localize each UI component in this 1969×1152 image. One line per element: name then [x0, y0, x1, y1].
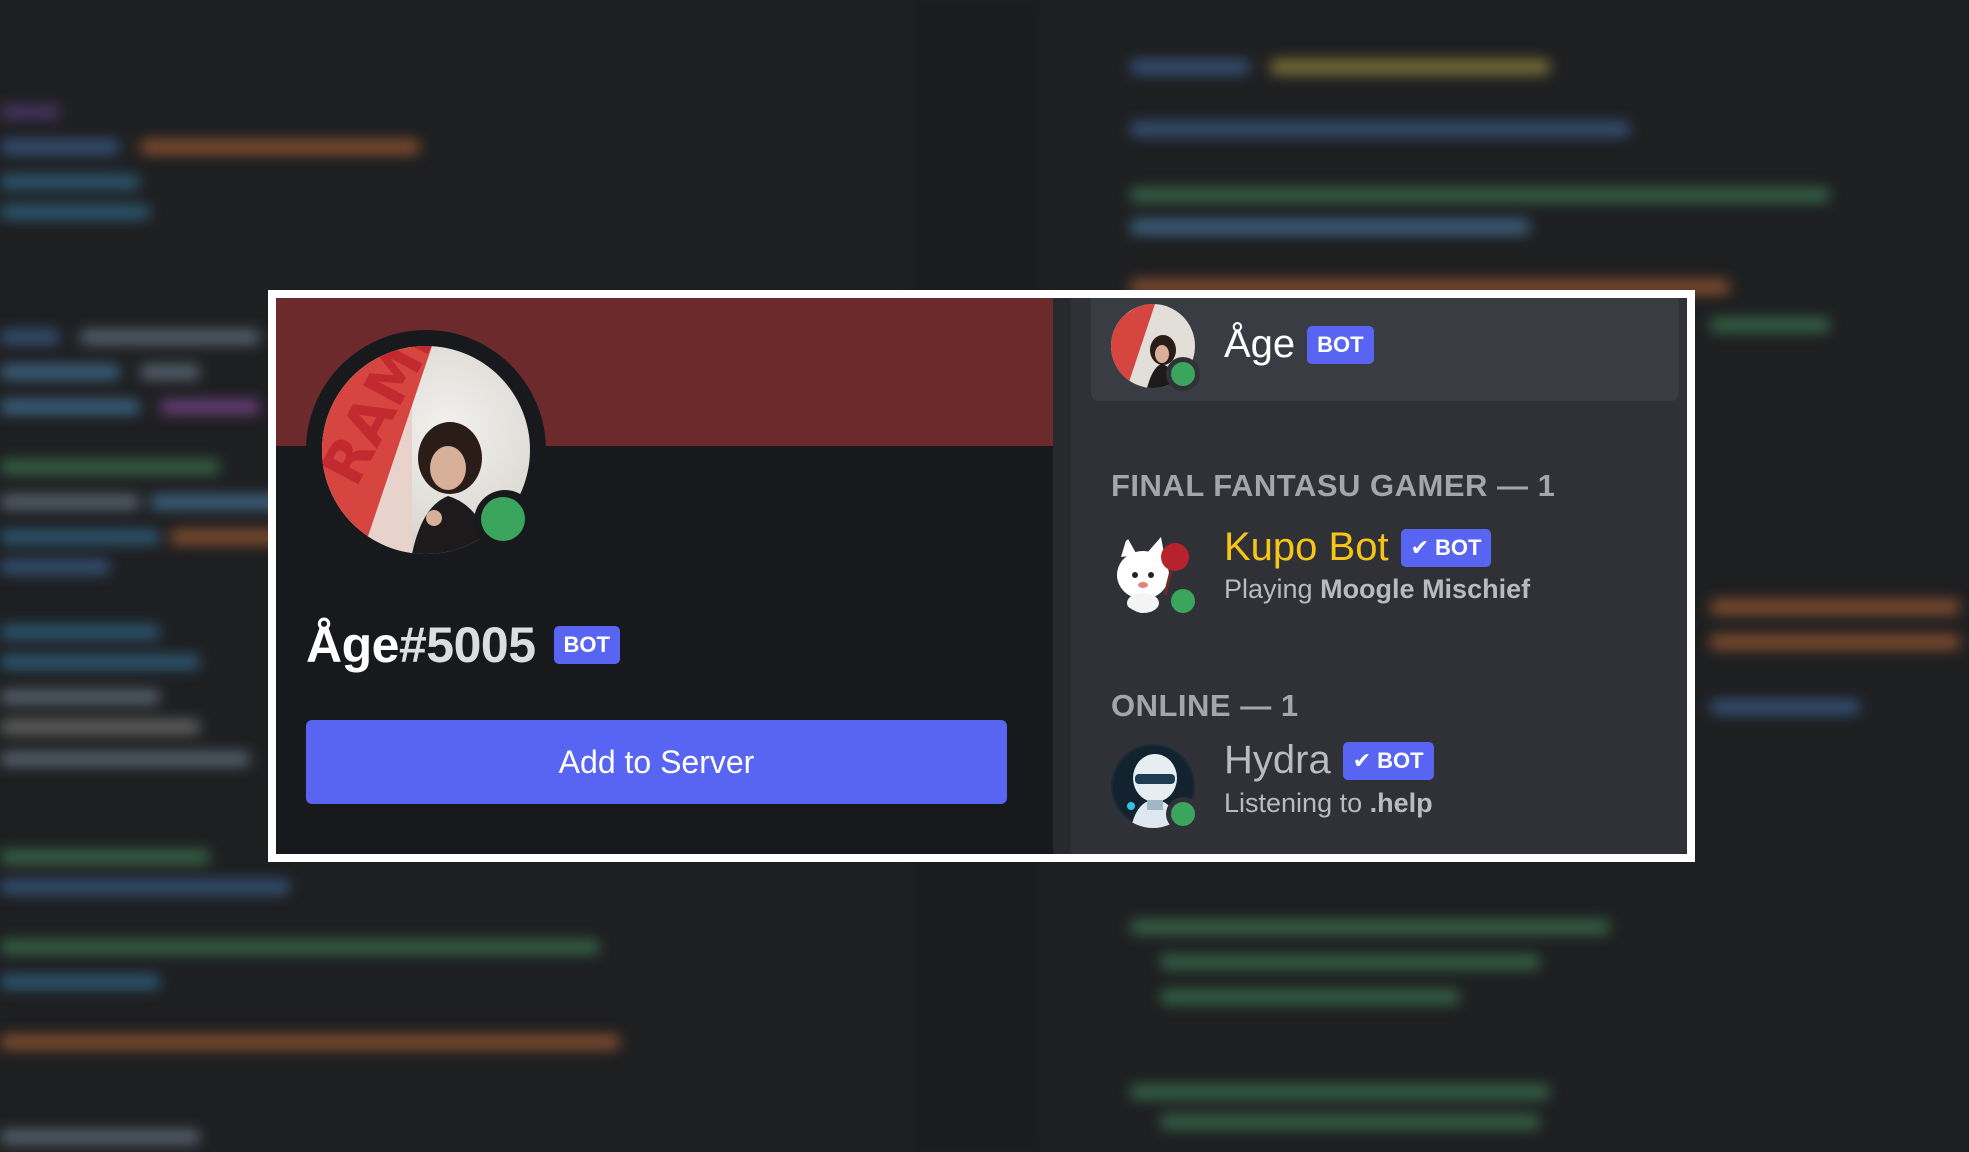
online-status-icon	[1171, 802, 1195, 826]
panel-divider	[1053, 298, 1071, 854]
member-name-row: Kupo Bot ✔ BOT	[1224, 525, 1492, 570]
add-to-server-button[interactable]: Add to Server	[306, 720, 1007, 804]
bot-badge-label: BOT	[1435, 534, 1482, 560]
bot-profile-panel: RAMP Åge#5005 BOT Add to Server	[276, 298, 1053, 854]
discriminator: #5005	[398, 617, 536, 673]
member-name[interactable]: Hydra	[1224, 738, 1331, 783]
activity-value: Moogle Mischief	[1320, 574, 1531, 604]
bot-badge: BOT	[1307, 325, 1374, 364]
member-list: Åge BOT FINAL FANTASU GAMER — 1 Kupo Bot…	[1071, 298, 1687, 854]
member-name: Åge	[1224, 322, 1296, 366]
member-name-row: Hydra ✔ BOT	[1224, 738, 1434, 783]
check-icon: ✔	[1410, 534, 1430, 560]
activity-value: .help	[1369, 788, 1433, 818]
member-list-item-highlighted[interactable]: Åge BOT	[1091, 298, 1679, 401]
role-group-header: FINAL FANTASU GAMER — 1	[1111, 468, 1556, 503]
activity-prefix: Playing	[1224, 574, 1313, 604]
role-group-header: ONLINE — 1	[1111, 688, 1299, 723]
discord-profile-card: RAMP Åge#5005 BOT Add to Server Åge BOT …	[276, 298, 1687, 854]
online-status-icon	[1171, 362, 1195, 386]
member-name[interactable]: Kupo Bot	[1224, 525, 1389, 570]
member-activity: Listening to .help	[1224, 788, 1433, 819]
activity-prefix: Listening to	[1224, 788, 1363, 818]
member-activity: Playing Moogle Mischief	[1224, 574, 1530, 605]
username: Åge	[306, 617, 399, 673]
check-icon: ✔	[1352, 747, 1372, 773]
online-status-icon	[481, 497, 525, 541]
username-text: Åge#5005	[306, 616, 536, 674]
member-name-row: Åge BOT	[1224, 322, 1374, 367]
online-status-icon	[1171, 589, 1195, 613]
profile-username: Åge#5005 BOT	[306, 616, 620, 674]
bot-badge-label: BOT	[1377, 747, 1424, 773]
verified-bot-badge: ✔ BOT	[1400, 528, 1492, 567]
bot-badge: BOT	[553, 626, 620, 664]
verified-bot-badge: ✔ BOT	[1342, 741, 1434, 780]
